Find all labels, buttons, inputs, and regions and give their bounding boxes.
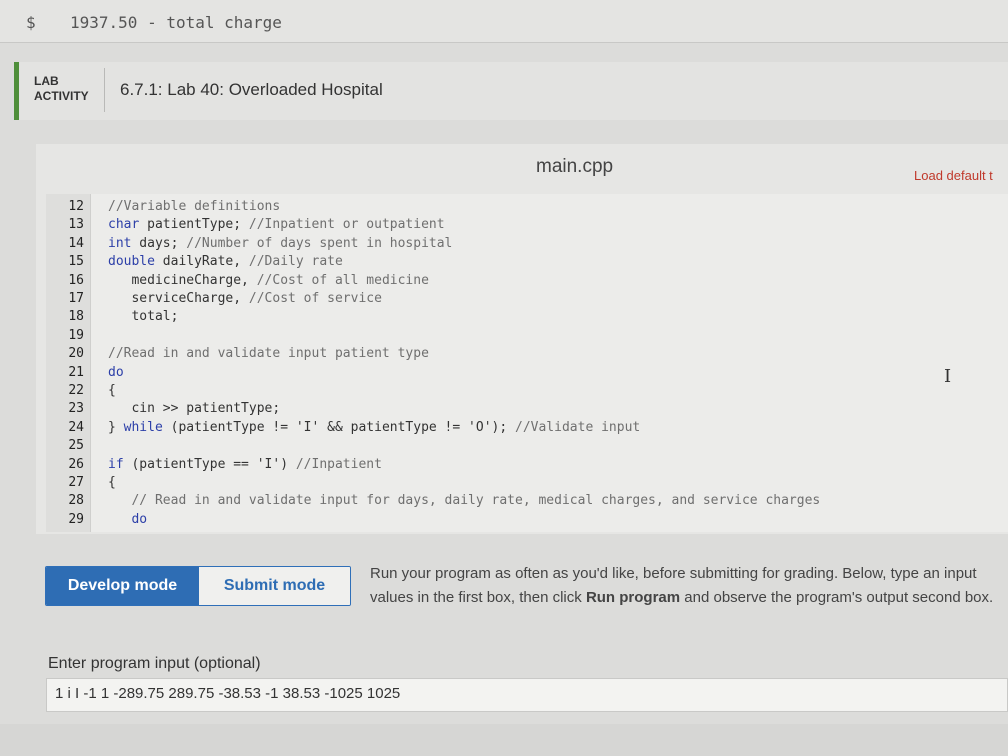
code-line: 23 cin >> patientType; bbox=[46, 400, 1006, 418]
code-line: 22 { bbox=[46, 382, 1006, 400]
code-text: char patientType; //Inpatient or outpati… bbox=[108, 217, 445, 233]
accent-bar bbox=[14, 62, 19, 120]
line-number: 21 bbox=[68, 364, 84, 380]
run-info-part3: and observe the program's output bbox=[680, 589, 909, 606]
submit-mode-button[interactable]: Submit mode bbox=[199, 567, 350, 605]
code-line: 20 //Read in and validate input patient t… bbox=[46, 345, 1006, 363]
code-text: double dailyRate, //Daily rate bbox=[108, 254, 343, 270]
code-text: do bbox=[131, 511, 148, 527]
code-text: { bbox=[108, 475, 116, 490]
code-line: 28 // Read in and validate input for day… bbox=[46, 492, 1006, 510]
run-program-emphasis: Run program bbox=[585, 589, 681, 606]
line-number: 12 bbox=[68, 199, 84, 214]
filename-label: main.cpp bbox=[536, 156, 614, 177]
line-number: 15 bbox=[68, 254, 84, 270]
run-instructions: Run your program as often as you'd like,… bbox=[370, 562, 1008, 610]
code-line: 26 if (patientType == 'I') //Inpatient bbox=[46, 456, 1006, 474]
code-text: // Read in and validate input for days, … bbox=[131, 493, 821, 509]
line-number: 29 bbox=[68, 511, 84, 527]
line-number: 25 bbox=[68, 438, 84, 454]
program-output-bar: $ 1937.50 - total charge bbox=[0, 0, 1008, 43]
mode-toggle: Develop mode Submit mode bbox=[45, 566, 351, 606]
line-number: 28 bbox=[68, 493, 84, 509]
code-line: 29 do bbox=[46, 511, 1006, 529]
line-number: 13 bbox=[68, 217, 84, 233]
code-line: 15 double dailyRate, //Daily rate bbox=[46, 253, 1006, 271]
output-text: 1937.50 - total charge bbox=[70, 13, 282, 32]
develop-mode-button[interactable]: Develop mode bbox=[46, 567, 199, 605]
code-text: { bbox=[108, 383, 116, 398]
run-info-part1: Run your program as often as you'd like,… bbox=[370, 565, 940, 582]
line-number: 14 bbox=[68, 235, 84, 251]
line-number: 23 bbox=[68, 401, 84, 417]
line-number: 26 bbox=[68, 456, 84, 472]
lab-tag-line1: LAB bbox=[34, 74, 59, 88]
code-text: do bbox=[108, 364, 124, 380]
code-line: 17 serviceCharge, //Cost of service bbox=[46, 290, 1006, 308]
line-number: 24 bbox=[68, 419, 84, 435]
lab-activity-header: LAB ACTIVITY 6.7.1: Lab 40: Overloaded H… bbox=[14, 62, 1008, 120]
line-number: 18 bbox=[68, 309, 84, 325]
bottom-strip bbox=[0, 724, 1008, 756]
code-line: 12 //Variable definitions bbox=[46, 198, 1006, 216]
code-text: int days; //Number of days spent in hosp… bbox=[108, 235, 453, 251]
lab-tag-line2: ACTIVITY bbox=[34, 89, 89, 103]
line-number: 17 bbox=[68, 291, 84, 306]
code-line: 13 char patientType; //Inpatient or outpa… bbox=[46, 216, 1006, 234]
code-line: 25 bbox=[46, 437, 1006, 455]
code-line: 21 do bbox=[46, 364, 1006, 382]
code-editor[interactable]: I 12//Variable definitions 13 char patient… bbox=[46, 194, 1008, 532]
code-text: if (patientType == 'I') //Inpatient bbox=[108, 456, 382, 472]
line-number: 22 bbox=[68, 383, 84, 398]
dollar-sign: $ bbox=[26, 13, 36, 32]
program-input-field[interactable]: 1 i I -1 1 -289.75 289.75 -38.53 -1 38.5… bbox=[46, 678, 1008, 712]
code-line: 16 medicineCharge, //Cost of all medicin… bbox=[46, 272, 1006, 290]
header-divider bbox=[104, 68, 105, 112]
code-text: serviceCharge, //Cost of service bbox=[108, 291, 382, 306]
line-number: 27 bbox=[68, 475, 84, 490]
code-text: //Read in and validate input patient typ… bbox=[108, 346, 429, 362]
code-line: 14 int days; //Number of days spent in ho… bbox=[46, 235, 1006, 253]
line-number: 20 bbox=[68, 346, 84, 362]
code-line: 18 total; bbox=[46, 308, 1006, 326]
code-text: cin >> patientType; bbox=[108, 401, 281, 417]
run-info-part4: second box. bbox=[912, 589, 994, 606]
lab-title: 6.7.1: Lab 40: Overloaded Hospital bbox=[120, 80, 383, 99]
code-line: 19 bbox=[46, 327, 1006, 345]
code-line: 24 } while (patientType != 'I' && patient… bbox=[46, 419, 1006, 437]
code-line: 27 { bbox=[46, 474, 1006, 492]
code-text: } while (patientType != 'I' && patientTy… bbox=[108, 419, 641, 435]
line-number: 16 bbox=[68, 272, 84, 288]
program-input-label: Enter program input (optional) bbox=[48, 655, 261, 672]
code-text: total; bbox=[108, 309, 179, 325]
code-editor-panel: main.cpp Load default t I 12//Variable d… bbox=[36, 144, 1008, 534]
code-text: medicineCharge, //Cost of all medicine bbox=[108, 272, 429, 288]
line-number: 19 bbox=[68, 327, 84, 343]
lab-activity-tag: LAB ACTIVITY bbox=[34, 74, 89, 104]
code-text: //Variable definitions bbox=[108, 199, 281, 214]
load-default-link[interactable]: Load default t bbox=[914, 168, 993, 183]
